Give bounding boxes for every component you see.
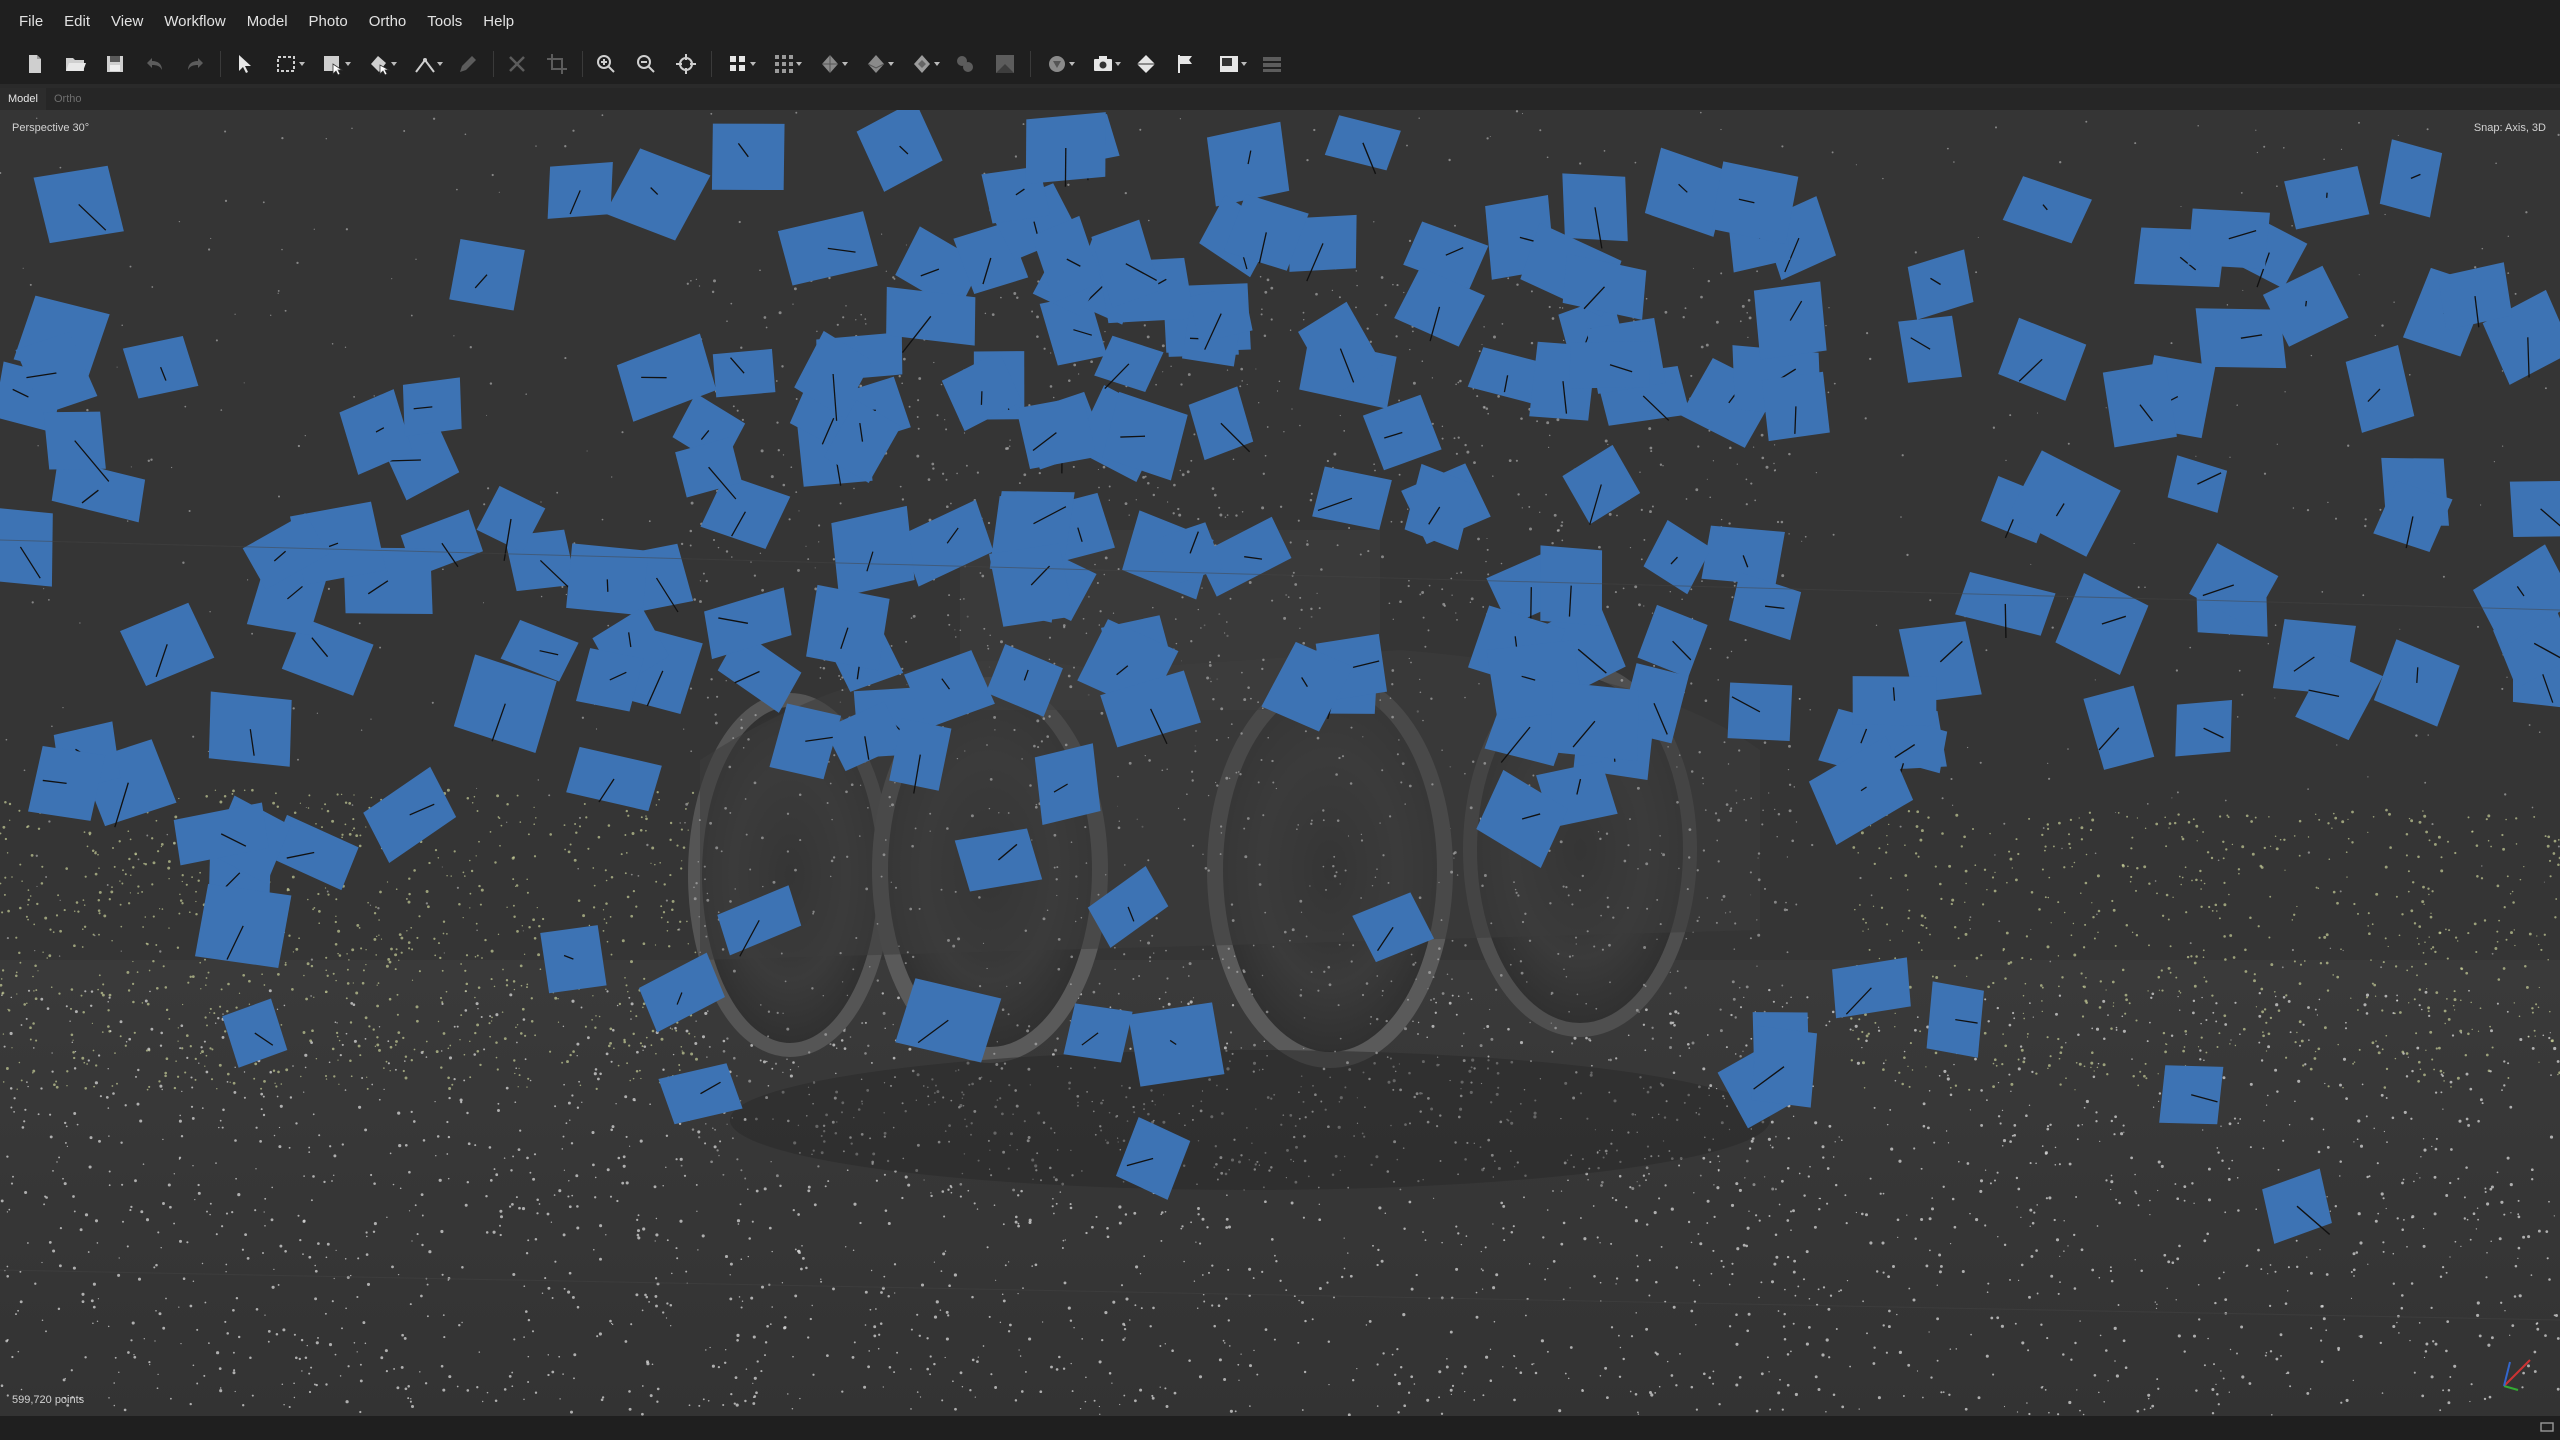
- camera-plane: [43, 411, 106, 470]
- toolbar-separator: [582, 51, 583, 77]
- camera-plane: [1128, 1002, 1225, 1087]
- camera-plane: [208, 691, 292, 767]
- snap-status-label: Snap: Axis, 3D: [2473, 122, 2546, 134]
- menu-view[interactable]: View: [102, 0, 152, 44]
- dense-cloud-icon[interactable]: [766, 49, 802, 79]
- open-folder-icon[interactable]: [60, 49, 90, 79]
- orthomosaic-icon[interactable]: [990, 49, 1020, 79]
- menu-file[interactable]: File: [10, 0, 52, 44]
- view-tabs: Model Ortho: [0, 88, 2560, 111]
- camera-plane: [1852, 676, 1937, 726]
- toolbar: [0, 44, 2560, 84]
- model-viewport[interactable]: Perspective 30° Snap: Axis, 3D 599,720 p…: [0, 110, 2560, 1416]
- tab-model[interactable]: Model: [0, 88, 46, 110]
- zoom-in-icon[interactable]: [591, 49, 621, 79]
- menu-workflow[interactable]: Workflow: [155, 0, 234, 44]
- save-icon[interactable]: [100, 49, 130, 79]
- toolbar-separator: [1030, 51, 1031, 77]
- delete-icon[interactable]: [502, 49, 532, 79]
- dem-icon[interactable]: [950, 49, 980, 79]
- selection-mode-icon[interactable]: [315, 49, 351, 79]
- status-indicator-icon: [2540, 1422, 2554, 1432]
- redo-icon[interactable]: [180, 49, 210, 79]
- camera-plane: [1540, 545, 1603, 626]
- zoom-out-icon[interactable]: [631, 49, 661, 79]
- menu-bar: File Edit View Workflow Model Photo Orth…: [0, 0, 2560, 44]
- reset-view-icon[interactable]: [671, 49, 701, 79]
- menu-edit[interactable]: Edit: [55, 0, 99, 44]
- mesh-icon[interactable]: [812, 49, 848, 79]
- undo-icon[interactable]: [140, 49, 170, 79]
- ruler-icon[interactable]: [407, 49, 443, 79]
- camera-plane: [1034, 743, 1101, 825]
- layers-icon[interactable]: [1257, 49, 1287, 79]
- show-images-icon[interactable]: [1211, 49, 1247, 79]
- camera-plane: [0, 507, 53, 587]
- camera-plane: [1550, 681, 1640, 761]
- camera-plane: [1926, 981, 1984, 1058]
- point-cloud-icon[interactable]: [720, 49, 756, 79]
- toolbar-separator: [711, 51, 712, 77]
- view-mode-label: Perspective 30°: [12, 122, 90, 134]
- pointer-icon[interactable]: [229, 49, 259, 79]
- markers-icon[interactable]: [1171, 49, 1201, 79]
- point-count-label: 599,720 points: [12, 1394, 85, 1406]
- tiled-model-icon[interactable]: [858, 49, 894, 79]
- menu-help[interactable]: Help: [474, 0, 523, 44]
- camera-plane: [194, 883, 292, 968]
- menu-photo[interactable]: Photo: [300, 0, 357, 44]
- pencil-icon[interactable]: [453, 49, 483, 79]
- camera-plane: [547, 161, 613, 219]
- camera-plane: [2509, 480, 2560, 538]
- menu-tools[interactable]: Tools: [418, 0, 471, 44]
- axis-gizmo-icon: [2503, 1359, 2531, 1391]
- toolbar-separator: [493, 51, 494, 77]
- tab-ortho[interactable]: Ortho: [46, 88, 90, 110]
- new-document-icon[interactable]: [20, 49, 50, 79]
- crop-icon[interactable]: [542, 49, 572, 79]
- shape-tools-icon[interactable]: [361, 49, 397, 79]
- status-bar: [0, 1416, 2560, 1440]
- shape-display-icon[interactable]: [1131, 49, 1161, 79]
- rectangle-selection-icon[interactable]: [269, 49, 305, 79]
- camera-plane: [2102, 362, 2177, 448]
- camera-plane: [540, 925, 607, 994]
- toolbar-separator: [220, 51, 221, 77]
- menu-model[interactable]: Model: [238, 0, 297, 44]
- camera-plane: [1750, 1025, 1818, 1108]
- point-cloud-scene: [0, 110, 2560, 1416]
- show-cameras-icon[interactable]: [1039, 49, 1075, 79]
- texture-icon[interactable]: [904, 49, 940, 79]
- camera-icon[interactable]: [1085, 49, 1121, 79]
- menu-ortho[interactable]: Ortho: [360, 0, 416, 44]
